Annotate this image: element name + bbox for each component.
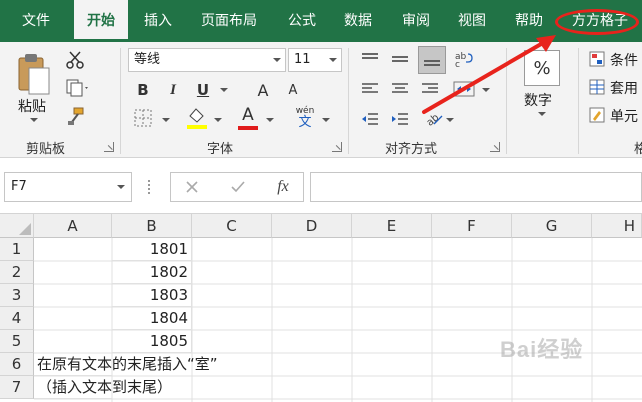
name-box-dropdown[interactable] <box>117 185 125 189</box>
cell-a6[interactable]: 在原有文本的末尾插入“室” <box>34 353 218 376</box>
cell-b3[interactable]: 1803 <box>112 284 192 307</box>
name-box-value: F7 <box>11 179 27 194</box>
column-header-c[interactable]: C <box>192 214 272 238</box>
column-header-d[interactable]: D <box>272 214 352 238</box>
formula-buttons: fx <box>170 172 304 202</box>
column-header-a[interactable]: A <box>34 214 112 238</box>
row-header-6[interactable]: 6 <box>0 353 34 376</box>
column-header-b[interactable]: B <box>112 214 192 238</box>
formula-bar-grip[interactable] <box>148 180 151 194</box>
column-header-f[interactable]: F <box>432 214 512 238</box>
formula-bar: F7 fx <box>0 158 642 214</box>
enter-check-icon[interactable] <box>227 177 249 197</box>
row-header-1[interactable]: 1 <box>0 238 34 261</box>
row-header-7[interactable]: 7 <box>0 376 34 399</box>
cell-b4[interactable]: 1804 <box>112 307 192 330</box>
cell-b1[interactable]: 1801 <box>112 238 192 261</box>
cell-a7[interactable]: （插入文本到末尾） <box>34 376 172 399</box>
select-all-corner[interactable] <box>0 214 34 238</box>
name-box[interactable]: F7 <box>4 172 132 202</box>
row-header-5[interactable]: 5 <box>0 330 34 353</box>
formula-input[interactable] <box>310 172 642 202</box>
row-header-2[interactable]: 2 <box>0 261 34 284</box>
watermark-text: Bai经验 <box>500 337 584 362</box>
cell-b2[interactable]: 1802 <box>112 261 192 284</box>
column-header-g[interactable]: G <box>512 214 592 238</box>
row-header-3[interactable]: 3 <box>0 284 34 307</box>
insert-function-fx-icon[interactable]: fx <box>271 176 295 198</box>
spreadsheet-grid: A B C D E F G H 1 2 3 4 5 6 7 1801 1802 … <box>0 214 642 402</box>
column-header-e[interactable]: E <box>352 214 432 238</box>
row-header-4[interactable]: 4 <box>0 307 34 330</box>
cell-b5[interactable]: 1805 <box>112 330 192 353</box>
column-header-h[interactable]: H <box>592 214 642 238</box>
cancel-icon[interactable] <box>181 177 203 197</box>
